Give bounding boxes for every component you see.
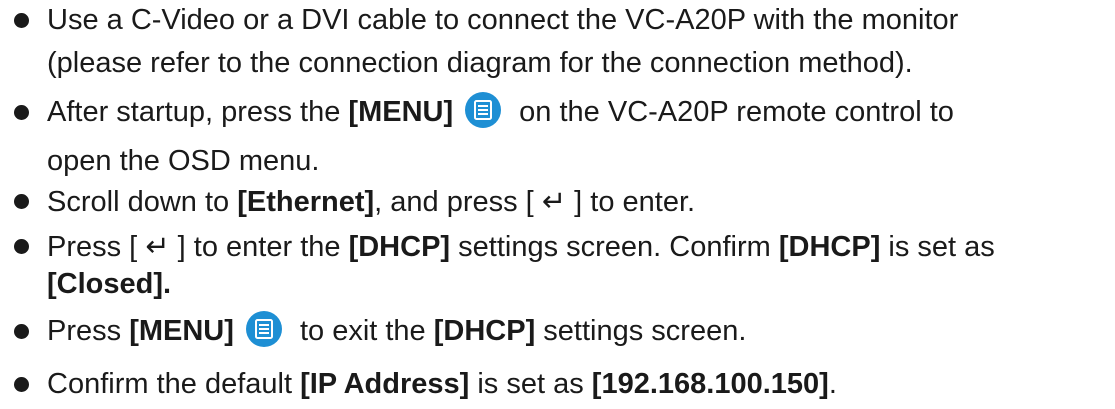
list-item-line: [Closed]. bbox=[47, 264, 171, 304]
bullet-icon bbox=[14, 194, 29, 209]
instruction-list: Use a C-Video or a DVI cable to connect … bbox=[0, 0, 1115, 409]
text: is set as bbox=[880, 231, 995, 263]
text: . bbox=[828, 368, 837, 400]
text: After startup, press the bbox=[47, 96, 349, 128]
bullet-icon bbox=[14, 105, 29, 120]
bold-text: [192.168.100.150] bbox=[591, 368, 829, 400]
list-item-line: Scroll down to [Ethernet], and press [ ↵… bbox=[47, 181, 695, 222]
bold-text: [MENU] bbox=[348, 96, 454, 128]
menu-icon bbox=[245, 311, 282, 348]
bold-text: [Closed]. bbox=[47, 268, 172, 300]
text: Confirm the default bbox=[47, 368, 301, 400]
enter-key-icon: ↵ bbox=[145, 229, 170, 263]
bullet-icon bbox=[14, 324, 29, 339]
bullet-icon bbox=[14, 13, 29, 28]
text: to exit the bbox=[291, 315, 434, 347]
list-item-line: After startup, press the [MENU] on the V… bbox=[47, 92, 954, 132]
bold-text: [IP Address] bbox=[300, 368, 470, 400]
list-item-line: Press [ ↵ ] to enter the [DHCP] settings… bbox=[47, 226, 995, 267]
text: Press bbox=[47, 315, 130, 347]
list-item-line: open the OSD menu. bbox=[47, 141, 319, 181]
enter-key-icon: ↵ bbox=[541, 184, 567, 218]
list-item-line: Use a C-Video or a DVI cable to connect … bbox=[47, 0, 958, 40]
bold-text: [DHCP] bbox=[778, 231, 881, 263]
menu-icon bbox=[465, 92, 502, 129]
text: Press [ bbox=[47, 231, 146, 263]
list-item-line: (please refer to the connection diagram … bbox=[47, 43, 913, 83]
text: ] to enter the bbox=[169, 231, 349, 263]
bold-text: [MENU] bbox=[129, 315, 234, 347]
bullet-icon bbox=[14, 377, 29, 392]
text: Use a C-Video or a DVI cable to connect … bbox=[47, 4, 959, 36]
bold-text: [DHCP] bbox=[348, 231, 451, 263]
text: settings screen. Confirm bbox=[450, 231, 779, 263]
list-item-line: Confirm the default [IP Address] is set … bbox=[47, 364, 837, 404]
text: Scroll down to bbox=[47, 186, 238, 218]
text: open the OSD menu. bbox=[47, 145, 320, 177]
bold-text: [Ethernet] bbox=[237, 186, 375, 218]
text: ] to enter. bbox=[566, 186, 696, 218]
text: on the VC-A20P remote control to bbox=[511, 96, 954, 128]
text: , and press [ bbox=[374, 186, 542, 218]
list-item-line: Press [MENU] to exit the [DHCP] settings… bbox=[47, 311, 746, 351]
text: settings screen. bbox=[535, 315, 747, 347]
text: is set as bbox=[469, 368, 592, 400]
bullet-icon bbox=[14, 239, 29, 254]
text: (please refer to the connection diagram … bbox=[47, 47, 913, 79]
bold-text: [DHCP] bbox=[433, 315, 536, 347]
